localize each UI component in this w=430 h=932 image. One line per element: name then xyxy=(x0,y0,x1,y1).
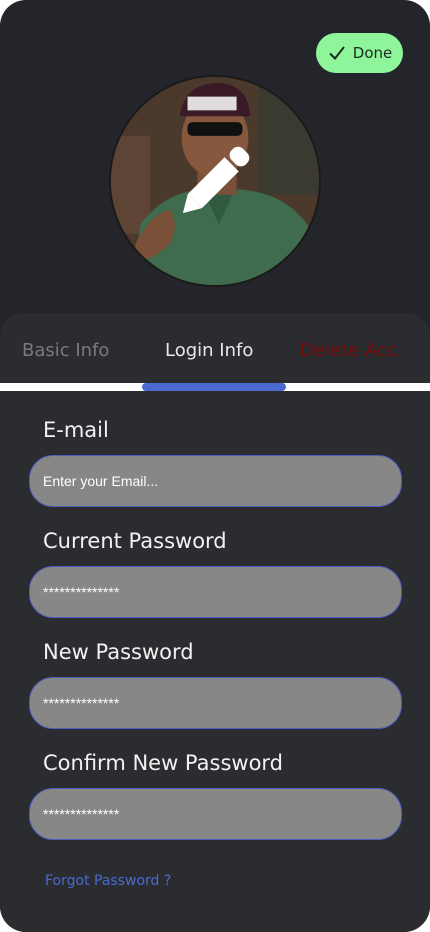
done-button[interactable]: Done xyxy=(316,33,403,73)
confirm-password-field[interactable] xyxy=(29,788,402,840)
tab-delete-account[interactable]: Delete Acc. xyxy=(300,340,402,361)
current-password-label: Current Password xyxy=(43,529,227,553)
done-label: Done xyxy=(352,44,393,62)
checkmark-icon xyxy=(329,46,345,61)
new-password-label: New Password xyxy=(43,640,194,664)
forgot-password-link[interactable]: Forgot Password ? xyxy=(45,873,171,889)
current-password-field[interactable] xyxy=(29,566,402,618)
active-tab-indicator xyxy=(142,383,286,391)
new-password-field[interactable] xyxy=(29,677,402,729)
tab-basic-info[interactable]: Basic Info xyxy=(22,340,109,361)
email-label: E-mail xyxy=(43,418,109,442)
pencil-icon xyxy=(182,146,250,214)
confirm-password-label: Confirm New Password xyxy=(43,751,284,775)
email-field[interactable] xyxy=(29,455,402,507)
tab-bar: Basic Info Login Info Delete Acc. xyxy=(0,313,430,383)
login-info-screen: Done Basic Info Login Info Delete Acc. E… xyxy=(0,0,430,932)
tab-login-info[interactable]: Login Info xyxy=(165,340,253,361)
avatar[interactable] xyxy=(109,75,321,287)
